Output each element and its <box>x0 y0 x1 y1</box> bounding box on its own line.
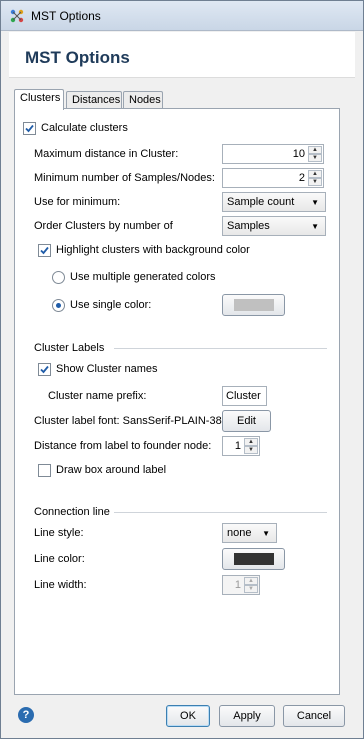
multiple-colors-label: Use multiple generated colors <box>70 271 216 283</box>
min-samples-label: Minimum number of Samples/Nodes: <box>34 172 215 184</box>
mst-options-window: MST Options MST Options Clusters Distanc… <box>0 0 364 739</box>
dialog-header: MST Options <box>9 32 355 78</box>
label-distance-label: Distance from label to founder node: <box>34 440 212 452</box>
line-style-value: none <box>227 527 252 539</box>
chevron-down-icon: ▼ <box>311 198 319 207</box>
checkmark-icon <box>40 365 49 374</box>
multiple-colors-radio[interactable] <box>52 271 65 284</box>
label-distance-value: 1 <box>234 440 241 452</box>
show-cluster-names-checkbox[interactable] <box>38 363 51 376</box>
spinner-down-icon[interactable]: ▼ <box>308 178 322 186</box>
line-color-button[interactable] <box>222 548 285 570</box>
tab-distances[interactable]: Distances <box>66 91 122 109</box>
spinner-down-icon[interactable]: ▼ <box>308 154 322 162</box>
help-icon[interactable]: ? <box>18 707 34 723</box>
dialog-title: MST Options <box>25 48 130 67</box>
cluster-label-font-label: Cluster label font: SansSerif-PLAIN-38 <box>34 415 222 427</box>
order-clusters-label: Order Clusters by number of <box>34 220 173 232</box>
max-distance-label: Maximum distance in Cluster: <box>34 148 179 160</box>
line-width-spinner[interactable]: 1 ▲ ▼ <box>222 575 260 595</box>
order-clusters-value: Samples <box>227 220 270 232</box>
single-color-radio[interactable] <box>52 299 65 312</box>
cluster-prefix-value: Cluster <box>226 390 261 402</box>
line-style-label: Line style: <box>34 527 84 539</box>
min-samples-spinner[interactable]: 2 ▲ ▼ <box>222 168 324 188</box>
use-minimum-select[interactable]: Sample count ▼ <box>222 192 326 212</box>
spinner-up-icon[interactable]: ▲ <box>244 577 258 585</box>
cluster-labels-heading: Cluster Labels <box>34 342 105 354</box>
apply-button[interactable]: Apply <box>219 705 275 727</box>
single-color-button[interactable] <box>222 294 285 316</box>
spinner-up-icon[interactable]: ▲ <box>308 170 322 178</box>
single-color-label: Use single color: <box>70 299 152 311</box>
checkmark-icon <box>25 124 34 133</box>
cluster-prefix-label: Cluster name prefix: <box>48 390 147 402</box>
section-divider <box>114 512 327 513</box>
min-samples-value: 2 <box>298 172 305 184</box>
max-distance-value: 10 <box>292 148 305 160</box>
clusters-panel: Calculate clusters Maximum distance in C… <box>14 108 340 695</box>
label-distance-spinner[interactable]: 1 ▲ ▼ <box>222 436 260 456</box>
tab-nodes[interactable]: Nodes <box>123 91 163 109</box>
color-swatch <box>234 299 274 311</box>
spinner-up-icon[interactable]: ▲ <box>308 146 322 154</box>
cancel-button[interactable]: Cancel <box>283 705 345 727</box>
cluster-prefix-input[interactable]: Cluster <box>222 386 267 406</box>
radio-selected-dot <box>56 303 61 308</box>
calculate-clusters-label: Calculate clusters <box>41 122 128 134</box>
order-clusters-select[interactable]: Samples ▼ <box>222 216 326 236</box>
draw-box-checkbox[interactable] <box>38 464 51 477</box>
use-minimum-label: Use for minimum: <box>34 196 121 208</box>
spinner-down-icon[interactable]: ▼ <box>244 446 258 454</box>
chevron-down-icon: ▼ <box>311 222 319 231</box>
color-swatch <box>234 553 274 565</box>
window-title: MST Options <box>31 9 101 23</box>
spinner-up-icon[interactable]: ▲ <box>244 438 258 446</box>
section-divider <box>114 348 327 349</box>
max-distance-spinner[interactable]: 10 ▲ ▼ <box>222 144 324 164</box>
chevron-down-icon: ▼ <box>262 529 270 538</box>
line-width-label: Line width: <box>34 579 87 591</box>
app-icon <box>10 9 24 23</box>
highlight-clusters-label: Highlight clusters with background color <box>56 244 250 256</box>
line-color-label: Line color: <box>34 553 85 565</box>
use-minimum-value: Sample count <box>227 196 295 208</box>
checkmark-icon <box>40 246 49 255</box>
line-style-select[interactable]: none ▼ <box>222 523 277 543</box>
spinner-down-icon[interactable]: ▼ <box>244 585 258 593</box>
show-cluster-names-label: Show Cluster names <box>56 363 158 375</box>
highlight-clusters-checkbox[interactable] <box>38 244 51 257</box>
calculate-clusters-checkbox[interactable] <box>23 122 36 135</box>
ok-button[interactable]: OK <box>166 705 210 727</box>
connection-line-heading: Connection line <box>34 506 110 518</box>
edit-font-button[interactable]: Edit <box>222 410 271 432</box>
tab-clusters[interactable]: Clusters <box>14 89 64 110</box>
title-bar: MST Options <box>1 1 363 31</box>
draw-box-label: Draw box around label <box>56 464 167 476</box>
line-width-value: 1 <box>234 579 241 591</box>
